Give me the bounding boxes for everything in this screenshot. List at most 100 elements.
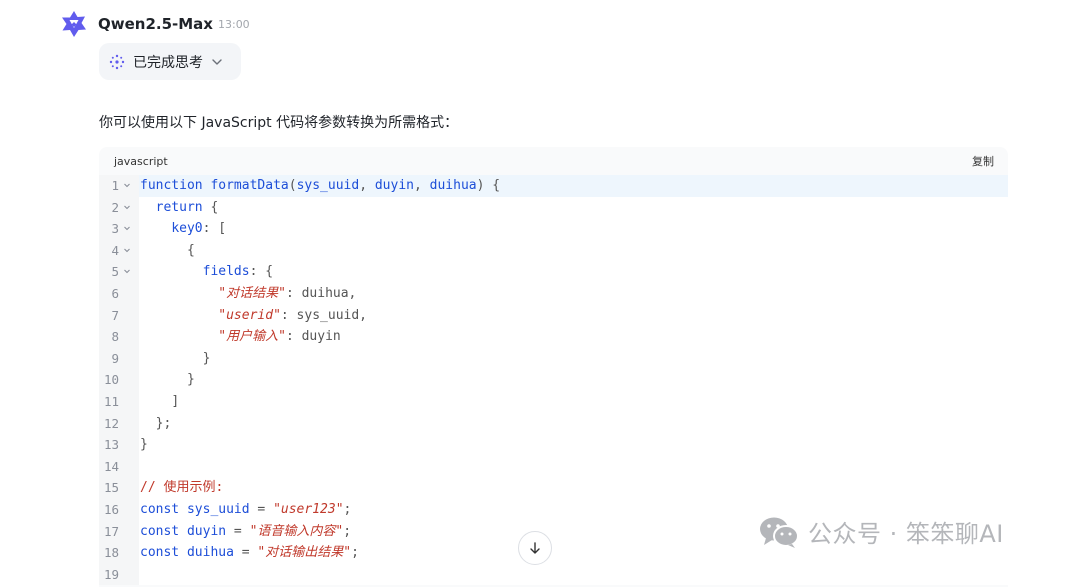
- line-number: 14: [103, 458, 119, 474]
- code-token: : {: [249, 264, 274, 280]
- code-token: ]: [171, 393, 180, 409]
- code-token: ) {: [476, 178, 501, 193]
- code-text: const sys_uuid = "user123";: [139, 499, 351, 521]
- line-number: 17: [103, 523, 119, 539]
- watermark-text: 公众号 · 笨笨聊AI: [808, 520, 1004, 548]
- code-token: {: [202, 199, 219, 215]
- fold-toggle-icon[interactable]: [123, 246, 131, 254]
- line-number: 8: [111, 329, 119, 345]
- line-number: 6: [111, 285, 119, 301]
- line-number: 9: [111, 350, 119, 366]
- line-gutter: 8: [99, 326, 139, 348]
- code-line: 5 fields: {: [99, 261, 1008, 283]
- thinking-toggle-button[interactable]: 已完成思考: [99, 43, 241, 80]
- code-token: =: [226, 523, 250, 539]
- code-token: ,: [413, 178, 430, 193]
- code-token: sys_uuid: [296, 178, 360, 193]
- code-text: key0: [: [139, 218, 226, 240]
- code-text: "用户输入": duyin: [139, 326, 341, 348]
- fold-toggle-icon[interactable]: [123, 224, 131, 232]
- code-text: }: [139, 434, 148, 456]
- copy-code-button[interactable]: 复制: [972, 153, 994, 169]
- line-gutter: 16: [99, 498, 139, 521]
- code-token: const: [140, 501, 187, 517]
- line-gutter: 18: [99, 542, 139, 564]
- line-number: 7: [111, 307, 119, 323]
- line-number: 12: [103, 415, 119, 431]
- code-line: 7 "userid": sys_uuid,: [99, 304, 1008, 327]
- code-token: const: [140, 523, 187, 539]
- line-gutter: 9: [99, 347, 139, 370]
- line-gutter: 19: [99, 563, 139, 586]
- code-line: 6 "对话结果": duihua,: [99, 282, 1008, 305]
- code-token: duihua: [186, 545, 234, 561]
- message-timestamp: 13:00: [217, 17, 250, 31]
- code-token: =: [233, 545, 258, 561]
- line-gutter: 5: [99, 261, 139, 283]
- line-number: 18: [103, 545, 119, 561]
- line-gutter: 11: [99, 390, 139, 413]
- code-text: const duihua = "对话输出结果";: [139, 542, 359, 564]
- code-text: };: [139, 413, 172, 435]
- code-line: 13}: [99, 434, 1008, 456]
- code-token: (: [288, 178, 297, 193]
- fold-toggle-icon[interactable]: [123, 181, 131, 189]
- code-line: 9 }: [99, 347, 1008, 370]
- code-token: : duyin: [285, 329, 341, 345]
- code-token: formatData: [210, 178, 289, 193]
- code-text: return {: [139, 197, 219, 219]
- line-gutter: 13: [99, 434, 139, 456]
- code-token: : duihua,: [285, 285, 357, 301]
- code-token: : [: [202, 221, 227, 237]
- code-line: 14: [99, 455, 1008, 478]
- code-token: duihua: [429, 178, 477, 193]
- line-gutter: 6: [99, 282, 139, 305]
- code-token: }: [202, 350, 211, 366]
- code-token: ;: [343, 523, 352, 539]
- code-text: {: [139, 240, 195, 262]
- code-token: const: [140, 545, 187, 561]
- code-token: duyin: [374, 178, 414, 193]
- code-text: ]: [139, 391, 179, 413]
- line-number: 19: [103, 566, 119, 582]
- code-token: =: [249, 501, 274, 517]
- code-token: // 使用示例:: [140, 480, 224, 496]
- code-token: fields: [202, 264, 250, 280]
- code-language-label: javascript: [114, 154, 168, 168]
- message-header: Qwen2.5-Max 13:00: [58, 8, 250, 40]
- code-token: ;: [351, 545, 359, 561]
- fold-toggle-icon[interactable]: [123, 267, 131, 275]
- fold-toggle-icon[interactable]: [123, 203, 131, 211]
- code-token: }: [140, 437, 148, 453]
- code-line: 2 return {: [99, 196, 1008, 219]
- scroll-to-bottom-button[interactable]: [518, 531, 552, 565]
- code-line: 1 function formatData(sys_uuid, duyin, du…: [99, 175, 1008, 197]
- code-line: 12 };: [99, 412, 1008, 435]
- code-token: duyin: [186, 523, 227, 539]
- code-token: "对话结果": [218, 285, 286, 301]
- code-text: }: [139, 369, 195, 391]
- assistant-message-text: 你可以使用以下 JavaScript 代码将参数转换为所需格式：: [99, 115, 459, 131]
- wechat-icon: [758, 515, 800, 549]
- chevron-down-icon: [211, 56, 223, 68]
- line-number: 2: [111, 199, 119, 215]
- code-token: ,: [359, 178, 375, 193]
- code-block-header: javascript 复制: [99, 147, 1008, 175]
- line-gutter: 4: [99, 239, 139, 262]
- watermark: 公众号 · 笨笨聊AI: [758, 514, 1004, 549]
- line-number: 1: [111, 178, 119, 193]
- code-token: "用户输入": [218, 329, 286, 345]
- code-token: "语音输入内容": [249, 523, 344, 539]
- sparkle-icon: [109, 54, 125, 70]
- code-line: 3 key0: [: [99, 218, 1008, 240]
- line-number: 11: [103, 393, 119, 409]
- code-line: 19: [99, 563, 1008, 586]
